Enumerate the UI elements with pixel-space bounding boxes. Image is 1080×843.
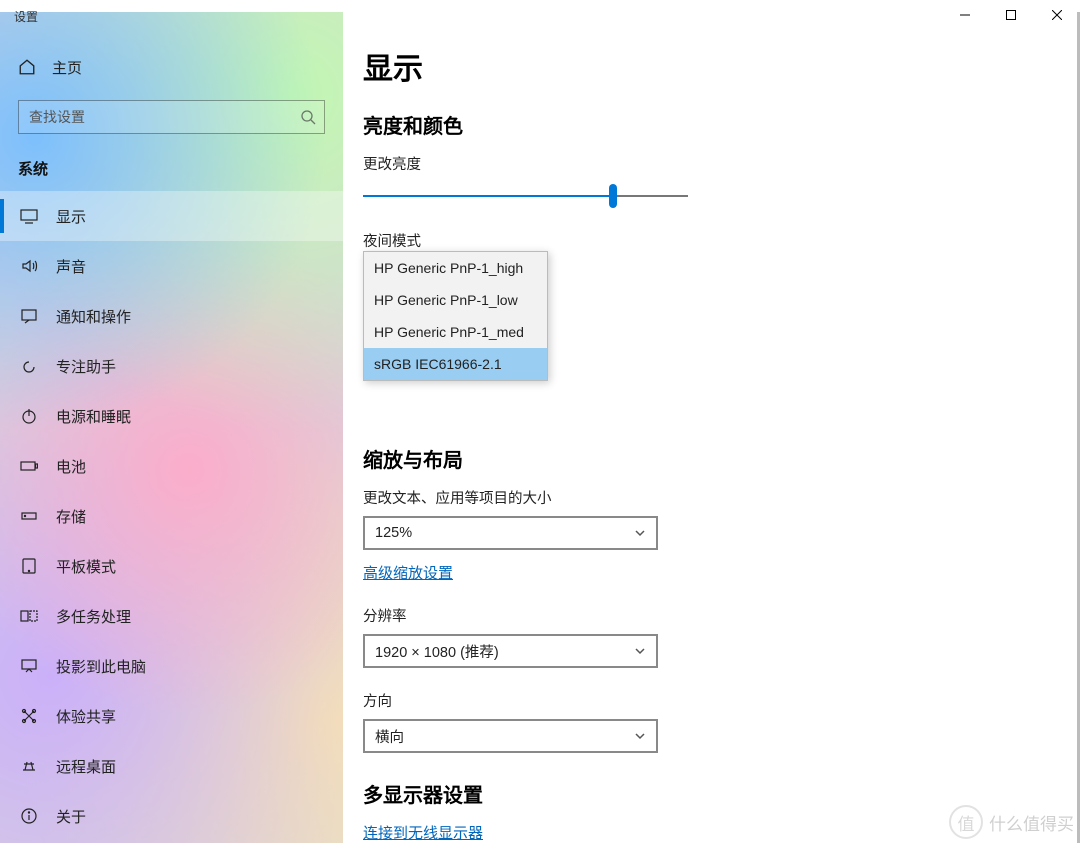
power-icon <box>20 407 38 425</box>
sidebar-item-battery[interactable]: 电池 <box>0 441 343 491</box>
connect-wireless-display-link[interactable]: 连接到无线显示器 <box>363 825 483 842</box>
focus-assist-icon <box>20 357 38 375</box>
orientation-value: 横向 <box>375 726 404 747</box>
sidebar-item-label: 远程桌面 <box>56 756 116 777</box>
color-profile-option[interactable]: HP Generic PnP-1_low <box>364 284 547 316</box>
close-icon <box>1052 10 1062 20</box>
minimize-icon <box>960 10 970 20</box>
maximize-icon <box>1006 10 1016 20</box>
search-input[interactable] <box>29 109 300 125</box>
home-label: 主页 <box>52 57 82 78</box>
sidebar-item-sound[interactable]: 声音 <box>0 241 343 291</box>
sidebar-item-focus-assist[interactable]: 专注助手 <box>0 341 343 391</box>
sidebar-group-label: 系统 <box>0 152 343 191</box>
sidebar-item-label: 多任务处理 <box>56 606 131 627</box>
sidebar-item-label: 电源和睡眠 <box>56 406 131 427</box>
night-mode-block: 夜间模式 HP Generic PnP-1_highHP Generic PnP… <box>363 230 1080 294</box>
sidebar-item-label: 关于 <box>56 806 86 827</box>
maximize-button[interactable] <box>988 0 1034 30</box>
orientation-label: 方向 <box>363 690 1080 711</box>
color-profile-option[interactable]: HP Generic PnP-1_med <box>364 316 547 348</box>
sidebar-item-label: 显示 <box>56 206 86 227</box>
sidebar-item-storage[interactable]: 存储 <box>0 491 343 541</box>
section-brightness-color: 亮度和颜色 <box>363 110 1080 139</box>
main-content: 显示 亮度和颜色 更改亮度 夜间模式 HP Generic PnP-1_high… <box>343 12 1080 843</box>
sidebar-item-power-sleep[interactable]: 电源和睡眠 <box>0 391 343 441</box>
color-profile-option[interactable]: sRGB IEC61966-2.1 <box>364 348 547 380</box>
advanced-scaling-link[interactable]: 高级缩放设置 <box>363 565 453 582</box>
shared-experiences-icon <box>20 707 38 725</box>
scale-combobox[interactable]: 125% <box>363 516 658 550</box>
sidebar-item-remote-desktop[interactable]: 远程桌面 <box>0 741 343 791</box>
tablet-icon <box>20 557 38 575</box>
sidebar-nav: 显示 声音 通知和操作 专注助手 电源和睡眠 <box>0 191 343 841</box>
chevron-down-icon <box>634 645 646 657</box>
sidebar-item-multitasking[interactable]: 多任务处理 <box>0 591 343 641</box>
sidebar-item-tablet-mode[interactable]: 平板模式 <box>0 541 343 591</box>
orientation-combobox[interactable]: 横向 <box>363 719 658 753</box>
brightness-block: 更改亮度 <box>363 153 1080 208</box>
sidebar-item-label: 投影到此电脑 <box>56 656 146 677</box>
sidebar-item-label: 专注助手 <box>56 356 116 377</box>
sidebar-item-label: 体验共享 <box>56 706 116 727</box>
sidebar-item-label: 平板模式 <box>56 556 116 577</box>
section-scale-layout: 缩放与布局 <box>363 444 1080 473</box>
sidebar-item-label: 电池 <box>56 456 86 477</box>
sidebar-item-label: 存储 <box>56 506 86 527</box>
sidebar-item-label: 通知和操作 <box>56 306 131 327</box>
night-mode-label: 夜间模式 <box>363 230 1080 251</box>
sidebar: 主页 系统 显示 声音 通知和操作 <box>0 12 343 843</box>
chevron-down-icon <box>634 730 646 742</box>
home-button[interactable]: 主页 <box>0 46 343 88</box>
brightness-slider[interactable] <box>363 184 688 208</box>
battery-icon <box>20 457 38 475</box>
window-controls <box>942 0 1080 30</box>
about-icon <box>20 807 38 825</box>
search-icon <box>300 109 316 125</box>
projecting-icon <box>20 657 38 675</box>
sidebar-item-notifications[interactable]: 通知和操作 <box>0 291 343 341</box>
storage-icon <box>20 507 38 525</box>
scale-block: 更改文本、应用等项目的大小 125% 高级缩放设置 <box>363 487 1080 583</box>
home-icon <box>18 58 36 76</box>
orientation-block: 方向 横向 <box>363 690 1080 753</box>
sidebar-item-projecting[interactable]: 投影到此电脑 <box>0 641 343 691</box>
minimize-button[interactable] <box>942 0 988 30</box>
settings-window: 设置 主页 <box>0 0 1080 843</box>
titlebar: 设置 <box>0 0 1080 12</box>
sidebar-item-label: 声音 <box>56 256 86 277</box>
window-title: 设置 <box>14 8 38 25</box>
chevron-down-icon <box>634 527 646 539</box>
sidebar-item-display[interactable]: 显示 <box>0 191 343 241</box>
section-multi-display: 多显示器设置 <box>363 779 1080 808</box>
close-button[interactable] <box>1034 0 1080 30</box>
scale-label: 更改文本、应用等项目的大小 <box>363 487 1080 508</box>
sidebar-item-about[interactable]: 关于 <box>0 791 343 841</box>
sidebar-item-shared-experiences[interactable]: 体验共享 <box>0 691 343 741</box>
resolution-block: 分辨率 1920 × 1080 (推荐) <box>363 605 1080 668</box>
color-profile-option[interactable]: HP Generic PnP-1_high <box>364 252 547 284</box>
window-body: 主页 系统 显示 声音 通知和操作 <box>0 12 1080 843</box>
color-profile-dropdown-popup[interactable]: HP Generic PnP-1_highHP Generic PnP-1_lo… <box>363 251 548 381</box>
slider-thumb[interactable] <box>609 184 617 208</box>
slider-fill <box>363 195 613 197</box>
sound-icon <box>20 257 38 275</box>
multitasking-icon <box>20 607 38 625</box>
search-box[interactable] <box>18 100 325 134</box>
remote-desktop-icon <box>20 757 38 775</box>
notifications-icon <box>20 307 38 325</box>
brightness-label: 更改亮度 <box>363 153 1080 174</box>
resolution-label: 分辨率 <box>363 605 1080 626</box>
resolution-value: 1920 × 1080 (推荐) <box>375 641 499 662</box>
display-icon <box>20 207 38 225</box>
resolution-combobox[interactable]: 1920 × 1080 (推荐) <box>363 634 658 668</box>
page-title: 显示 <box>363 44 1080 88</box>
scale-value: 125% <box>375 525 412 541</box>
